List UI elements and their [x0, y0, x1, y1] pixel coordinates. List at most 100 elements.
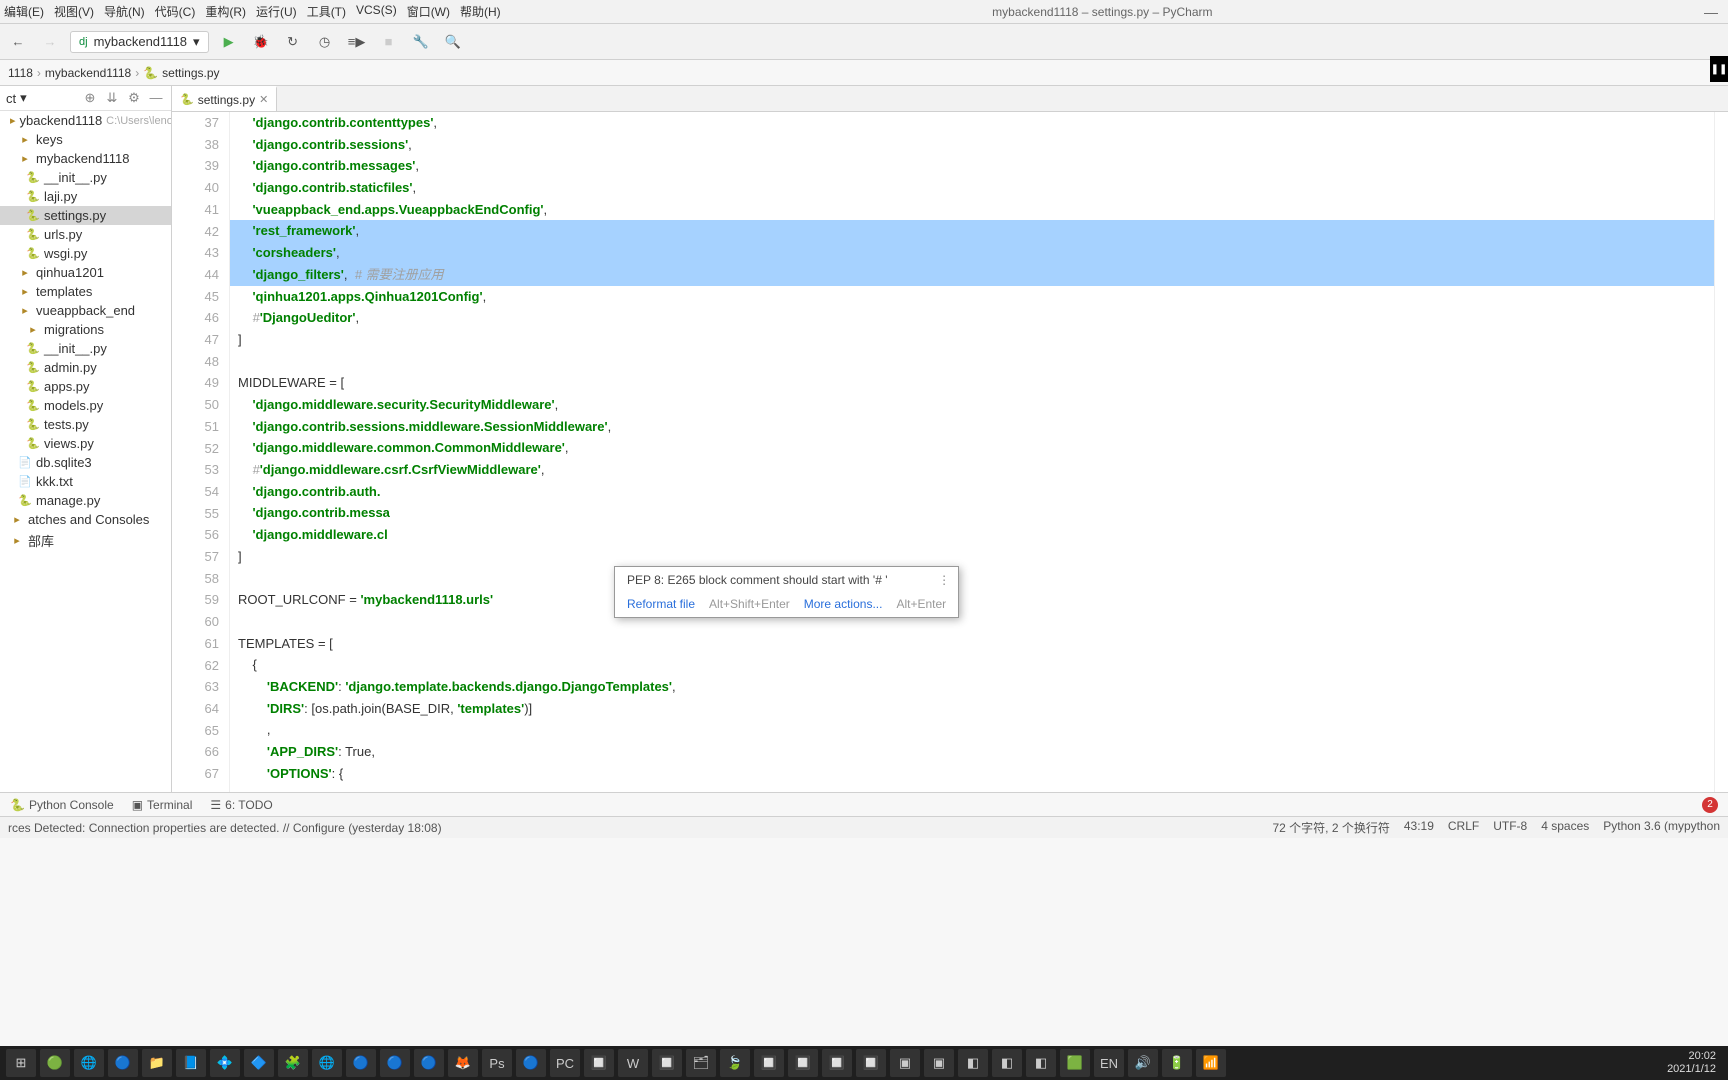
- code-editor[interactable]: 'django.contrib.contenttypes', 'django.c…: [230, 112, 1714, 792]
- code-line[interactable]: #'DjangoUeditor',: [230, 307, 1714, 329]
- menu-item[interactable]: 帮助(H): [460, 3, 501, 20]
- tree-item[interactable]: ▸migrations: [0, 320, 171, 339]
- taskbar-app[interactable]: 🌐: [74, 1049, 104, 1077]
- menu-item[interactable]: 视图(V): [54, 3, 94, 20]
- taskbar-app[interactable]: 📘: [176, 1049, 206, 1077]
- minimize-icon[interactable]: —: [1704, 4, 1718, 20]
- code-line[interactable]: 'django.contrib.messa: [230, 502, 1714, 524]
- stop-button[interactable]: ■: [377, 30, 401, 54]
- code-line[interactable]: 'django.contrib.contenttypes',: [230, 112, 1714, 134]
- forward-button[interactable]: →: [38, 30, 62, 54]
- status-indicator[interactable]: UTF-8: [1493, 819, 1527, 836]
- tree-item[interactable]: ▸keys: [0, 130, 171, 149]
- collapse-icon[interactable]: ⇊: [103, 90, 121, 106]
- taskbar-clock[interactable]: 20:022021/1/12: [1667, 1050, 1722, 1076]
- search-button[interactable]: 🔍: [441, 30, 465, 54]
- menu-item[interactable]: 导航(N): [104, 3, 145, 20]
- tree-item[interactable]: ▸ybackend1118 C:\Users\lenovo\: [0, 111, 171, 130]
- more-actions-link[interactable]: More actions...: [804, 597, 883, 611]
- gear-icon[interactable]: ⚙: [125, 90, 143, 106]
- code-line[interactable]: {: [230, 654, 1714, 676]
- code-line[interactable]: ROOT_URLCONF = 'mybackend1118.urls': [230, 589, 1714, 611]
- code-line[interactable]: 'OPTIONS': {: [230, 763, 1714, 785]
- taskbar-app[interactable]: EN: [1094, 1049, 1124, 1077]
- taskbar-app[interactable]: 🔲: [652, 1049, 682, 1077]
- menu-item[interactable]: 代码(C): [155, 3, 196, 20]
- tree-item[interactable]: 🐍__init__.py: [0, 168, 171, 187]
- tree-item[interactable]: 🐍apps.py: [0, 377, 171, 396]
- code-line[interactable]: 'vueappback_end.apps.VueappbackEndConfig…: [230, 199, 1714, 221]
- code-line[interactable]: ,: [230, 719, 1714, 741]
- code-line[interactable]: 'django_filters', # 需要注册应用: [230, 264, 1714, 286]
- code-line[interactable]: [230, 611, 1714, 633]
- terminal-tab[interactable]: ▣ Terminal: [132, 798, 193, 812]
- menu-item[interactable]: 编辑(E): [4, 3, 44, 20]
- code-line[interactable]: 'django.contrib.auth.: [230, 481, 1714, 503]
- build-button[interactable]: 🔧: [409, 30, 433, 54]
- code-line[interactable]: #'django.middleware.csrf.CsrfViewMiddlew…: [230, 459, 1714, 481]
- menu-item[interactable]: VCS(S): [356, 3, 397, 20]
- tree-item[interactable]: 🐍laji.py: [0, 187, 171, 206]
- code-line[interactable]: 'APP_DIRS': True,: [230, 741, 1714, 763]
- tree-item[interactable]: 🐍settings.py: [0, 206, 171, 225]
- pause-indicator[interactable]: ❚❚: [1710, 56, 1728, 82]
- code-line[interactable]: ]: [230, 329, 1714, 351]
- tree-item[interactable]: ▸qinhua1201: [0, 263, 171, 282]
- tree-item[interactable]: 📄kkk.txt: [0, 472, 171, 491]
- taskbar-app[interactable]: 🔵: [346, 1049, 376, 1077]
- debug-button[interactable]: 🐞: [249, 30, 273, 54]
- code-line[interactable]: 'DIRS': [os.path.join(BASE_DIR, 'templat…: [230, 698, 1714, 720]
- taskbar-app[interactable]: 🔋: [1162, 1049, 1192, 1077]
- taskbar-app[interactable]: 🧩: [278, 1049, 308, 1077]
- taskbar-app[interactable]: 🌐: [312, 1049, 342, 1077]
- run-button[interactable]: ▶: [217, 30, 241, 54]
- menu-item[interactable]: 运行(U): [256, 3, 297, 20]
- taskbar-app[interactable]: 🟢: [40, 1049, 70, 1077]
- todo-tab[interactable]: ☰ 6: TODO: [210, 798, 272, 812]
- code-line[interactable]: 'rest_framework',: [230, 220, 1714, 242]
- back-button[interactable]: ←: [6, 30, 30, 54]
- taskbar-app[interactable]: 🍃: [720, 1049, 750, 1077]
- taskbar-app[interactable]: 🟩: [1060, 1049, 1090, 1077]
- code-line[interactable]: 'django.middleware.security.SecurityMidd…: [230, 394, 1714, 416]
- breadcrumb-item[interactable]: mybackend1118: [45, 66, 131, 80]
- taskbar-app[interactable]: 🔷: [244, 1049, 274, 1077]
- tree-item[interactable]: ▸templates: [0, 282, 171, 301]
- tree-item[interactable]: 📄db.sqlite3: [0, 453, 171, 472]
- tree-item[interactable]: ▸mybackend1118: [0, 149, 171, 168]
- status-indicator[interactable]: 4 spaces: [1541, 819, 1589, 836]
- status-indicator[interactable]: 43:19: [1404, 819, 1434, 836]
- taskbar-app[interactable]: ⊞: [6, 1049, 36, 1077]
- taskbar-app[interactable]: PC: [550, 1049, 580, 1077]
- status-indicator[interactable]: 72 个字符, 2 个换行符: [1273, 819, 1390, 836]
- code-line[interactable]: 'django.contrib.sessions.middleware.Sess…: [230, 416, 1714, 438]
- tree-item[interactable]: ▸vueappback_end: [0, 301, 171, 320]
- taskbar-app[interactable]: 🔵: [380, 1049, 410, 1077]
- code-line[interactable]: 'django.contrib.sessions',: [230, 134, 1714, 156]
- status-indicator[interactable]: CRLF: [1448, 819, 1479, 836]
- taskbar-app[interactable]: 🦊: [448, 1049, 478, 1077]
- taskbar-app[interactable]: 🔵: [414, 1049, 444, 1077]
- menu-item[interactable]: 工具(T): [307, 3, 346, 20]
- code-line[interactable]: 'django.contrib.messages',: [230, 155, 1714, 177]
- target-icon[interactable]: ⊕: [81, 90, 99, 106]
- tree-item[interactable]: ▸部库: [0, 529, 171, 552]
- reformat-file-action[interactable]: Reformat file: [627, 597, 695, 611]
- tree-item[interactable]: 🐍wsgi.py: [0, 244, 171, 263]
- code-line[interactable]: 'qinhua1201.apps.Qinhua1201Config',: [230, 286, 1714, 308]
- code-line[interactable]: 'django.middleware.common.CommonMiddlewa…: [230, 437, 1714, 459]
- coverage-button[interactable]: ↻: [281, 30, 305, 54]
- taskbar-app[interactable]: ◧: [992, 1049, 1022, 1077]
- editor-tab[interactable]: 🐍 settings.py ✕: [172, 86, 277, 111]
- code-line[interactable]: 'django.contrib.staticfiles',: [230, 177, 1714, 199]
- more-icon[interactable]: ⋮: [938, 573, 950, 587]
- taskbar-app[interactable]: 🔲: [584, 1049, 614, 1077]
- taskbar-app[interactable]: 🔲: [856, 1049, 886, 1077]
- run-anything-button[interactable]: ≡▶: [345, 30, 369, 54]
- taskbar-app[interactable]: 🔊: [1128, 1049, 1158, 1077]
- code-line[interactable]: 'BACKEND': 'django.template.backends.dja…: [230, 676, 1714, 698]
- code-line[interactable]: MIDDLEWARE = [: [230, 372, 1714, 394]
- python-console-tab[interactable]: 🐍 Python Console: [10, 798, 114, 812]
- taskbar-app[interactable]: 🔲: [754, 1049, 784, 1077]
- chevron-down-icon[interactable]: ▾: [20, 90, 27, 106]
